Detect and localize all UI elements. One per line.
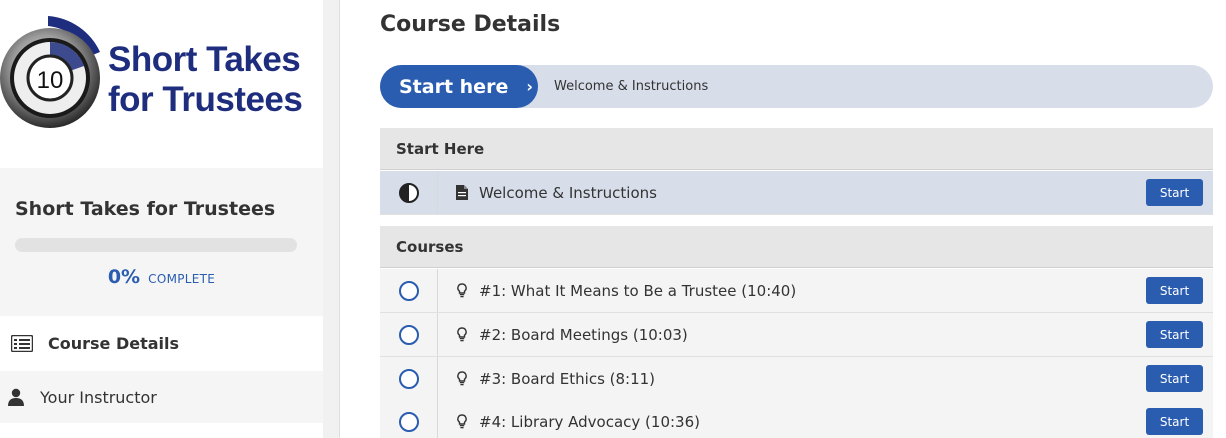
page-title: Course Details	[380, 12, 561, 37]
status-cell	[380, 357, 438, 400]
nav-item-course-details[interactable]: Course Details	[0, 317, 323, 369]
lightbulb-icon	[455, 283, 469, 298]
logo-line-1: Short Takes	[108, 40, 301, 79]
not-started-circle-icon	[398, 411, 419, 432]
lesson-title[interactable]: Welcome & Instructions	[479, 184, 657, 202]
lesson-title[interactable]: #1: What It Means to Be a Trustee (10:40…	[479, 282, 796, 300]
lesson-row[interactable]: #1: What It Means to Be a Trustee (10:40…	[380, 269, 1213, 313]
start-here-button[interactable]: Start here ›	[380, 65, 538, 108]
lesson-title[interactable]: #3: Board Ethics (8:11)	[479, 370, 655, 388]
sidebar: 10 Short Takes for Trustees Short Takes …	[0, 0, 323, 438]
svg-text:10: 10	[37, 67, 64, 94]
not-started-circle-icon	[398, 280, 419, 301]
progress-percent: 0%	[107, 266, 141, 288]
sidebar-divider	[323, 0, 340, 438]
lightbulb-icon	[455, 327, 469, 342]
course-progress-panel: Short Takes for Trustees 0% COMPLETE	[0, 168, 323, 316]
lesson-row[interactable]: #3: Board Ethics (8:11) Start	[380, 357, 1213, 401]
not-started-circle-icon	[398, 324, 419, 345]
not-started-circle-icon	[398, 368, 419, 389]
half-progress-icon	[398, 182, 419, 203]
lesson-start-button[interactable]: Start	[1146, 365, 1203, 392]
course-title: Short Takes for Trustees	[15, 198, 276, 220]
next-lesson-title: Welcome & Instructions	[554, 79, 709, 94]
logo-line-2: for Trustees	[108, 80, 303, 119]
status-cell	[380, 313, 438, 356]
start-here-bar: Start here › Welcome & Instructions	[380, 65, 1213, 108]
lightbulb-icon	[455, 414, 469, 429]
progress-complete-word: COMPLETE	[148, 272, 216, 286]
nav-item-label: Your Instructor	[40, 387, 157, 407]
lesson-row-welcome[interactable]: Welcome & Instructions Start	[380, 171, 1213, 215]
user-icon	[4, 387, 28, 407]
lightbulb-icon	[455, 371, 469, 386]
lesson-row[interactable]: #4: Library Advocacy (10:36) Start	[380, 400, 1213, 438]
section-header-courses: Courses	[380, 226, 1213, 268]
list-icon	[10, 333, 34, 353]
logo[interactable]: 10 Short Takes for Trustees	[0, 0, 323, 168]
stopwatch-icon: 10	[0, 16, 100, 128]
progress-bar	[15, 238, 297, 252]
logo-text: Short Takes for Trustees	[108, 40, 303, 120]
lesson-start-button[interactable]: Start	[1146, 321, 1203, 348]
status-cell	[380, 400, 438, 438]
status-cell	[380, 269, 438, 312]
status-cell	[380, 171, 438, 214]
progress-label: 0% COMPLETE	[0, 266, 323, 288]
nav-item-your-instructor[interactable]: Your Instructor	[0, 371, 323, 423]
nav-item-label: Course Details	[48, 333, 180, 353]
lesson-row[interactable]: #2: Board Meetings (10:03) Start	[380, 313, 1213, 357]
lesson-title[interactable]: #4: Library Advocacy (10:36)	[479, 413, 700, 431]
lesson-start-button[interactable]: Start	[1146, 277, 1203, 304]
main-content: Course Details Start here › Welcome & In…	[340, 0, 1226, 438]
section-header-start-here: Start Here	[380, 128, 1213, 170]
chevron-right-icon: ›	[526, 77, 533, 96]
document-icon	[455, 185, 469, 200]
lesson-start-button[interactable]: Start	[1146, 179, 1203, 206]
start-here-label: Start here	[399, 75, 509, 98]
lesson-start-button[interactable]: Start	[1146, 408, 1203, 435]
lesson-title[interactable]: #2: Board Meetings (10:03)	[479, 326, 688, 344]
